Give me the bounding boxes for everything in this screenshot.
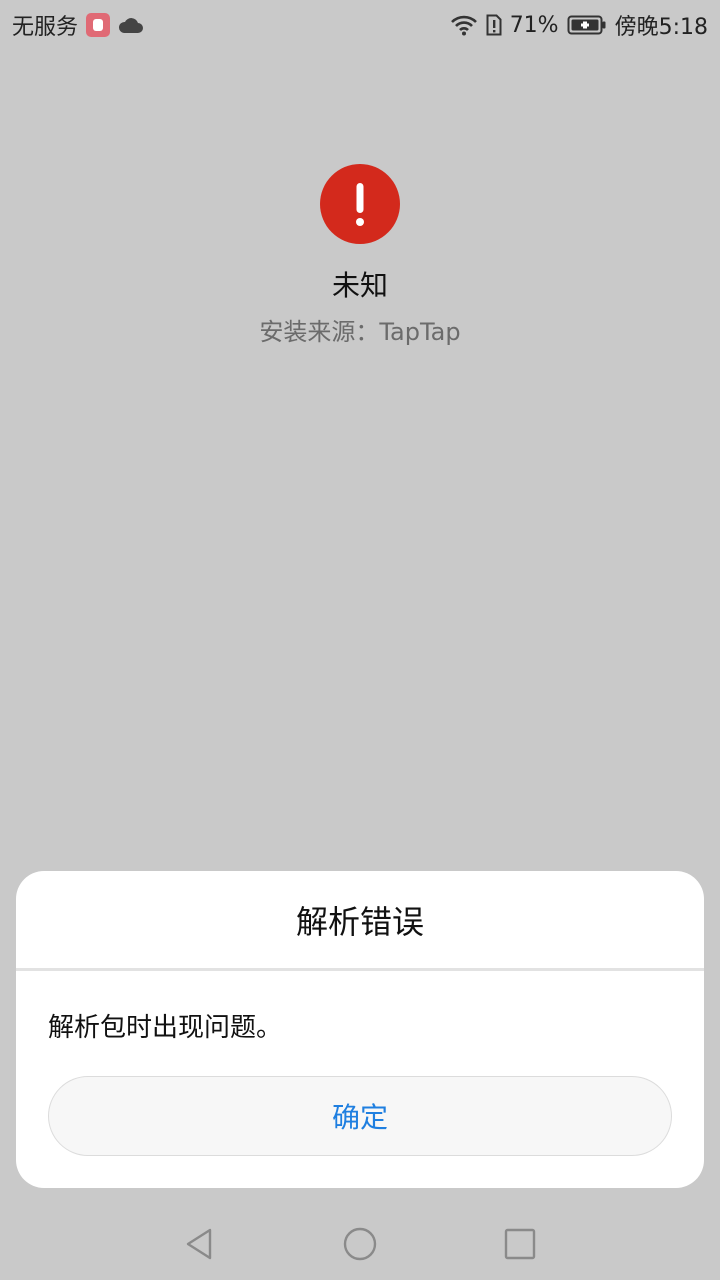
- parse-error-dialog: 解析错误 解析包时出现问题。 确定: [16, 871, 704, 1188]
- dialog-message: 解析包时出现问题。: [48, 1013, 283, 1043]
- cloud-icon: [118, 16, 144, 34]
- status-bar-right: 71% 傍晚5:18: [450, 9, 708, 41]
- carrier-status: 无服务: [12, 15, 79, 40]
- app-name: 未知: [331, 269, 388, 302]
- install-source: 安装来源：TapTap: [259, 318, 461, 346]
- home-icon[interactable]: [342, 1226, 378, 1262]
- dialog-divider: [16, 968, 704, 971]
- wifi-icon: [450, 14, 478, 36]
- sim-alert-icon: [486, 14, 502, 36]
- status-bar-left: 无服务: [12, 9, 144, 41]
- clock-time: 傍晚5:18: [614, 15, 708, 40]
- app-notification-icon: [86, 13, 111, 37]
- confirm-button[interactable]: 确定: [48, 1076, 672, 1156]
- battery-icon: [567, 14, 607, 36]
- navigation-bar: [0, 1210, 720, 1280]
- app-info: 未知 安装来源：TapTap: [0, 164, 720, 347]
- back-icon[interactable]: [182, 1226, 218, 1262]
- dialog-title: 解析错误: [295, 903, 424, 941]
- error-alert-icon: [320, 164, 400, 244]
- status-bar: 无服务 71% 傍晚5:18: [0, 0, 720, 50]
- recents-icon[interactable]: [502, 1226, 538, 1262]
- battery-percent: 71%: [509, 12, 559, 38]
